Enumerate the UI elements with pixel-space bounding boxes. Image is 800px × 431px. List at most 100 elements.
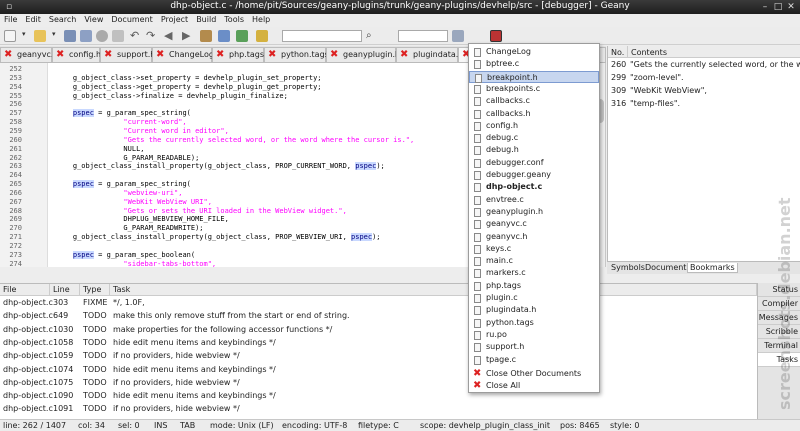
- new-file-dropdown-icon[interactable]: ▾: [22, 30, 28, 42]
- bookmark-contents[interactable]: "Gets the currently selected word, or th…: [630, 60, 800, 69]
- document-menu-item[interactable]: dhp-object.c: [469, 181, 599, 193]
- menu-help[interactable]: Help: [248, 14, 274, 24]
- tab-changelog[interactable]: ✖ ChangeLog: [152, 47, 214, 62]
- undo-icon[interactable]: ↶: [130, 30, 142, 42]
- tab-geanyvc-h[interactable]: ✖ geanyvc.h: [0, 47, 58, 62]
- task-task-cell[interactable]: if no providers, hide webview */: [113, 404, 240, 413]
- task-line-cell[interactable]: 1090: [53, 391, 73, 400]
- task-type-cell[interactable]: TODO: [83, 338, 107, 347]
- task-type-cell[interactable]: TODO: [83, 365, 107, 374]
- task-file-cell[interactable]: dhp-object.c: [3, 325, 53, 334]
- task-line-cell[interactable]: 1091: [53, 404, 73, 413]
- document-menu-item[interactable]: debugger.geany: [469, 169, 599, 181]
- task-task-cell[interactable]: hide edit menu items and keybindings */: [113, 365, 276, 374]
- close-doc-icon[interactable]: [112, 30, 124, 42]
- tab-symbols[interactable]: Symbols: [609, 263, 647, 272]
- close-icon[interactable]: ✖: [268, 50, 276, 60]
- task-task-cell[interactable]: */, 1.0F,: [113, 298, 145, 307]
- close-icon[interactable]: ✖: [104, 50, 112, 60]
- task-line-cell[interactable]: 1058: [53, 338, 73, 347]
- bookmark-contents[interactable]: "temp-files".: [630, 99, 680, 108]
- bookmark-line[interactable]: 260: [611, 60, 626, 69]
- task-line-cell[interactable]: 649: [53, 311, 68, 320]
- run-icon[interactable]: [236, 30, 248, 42]
- task-file-cell[interactable]: dhp-object.c: [3, 298, 53, 307]
- task-task-cell[interactable]: make properties for the following access…: [113, 325, 332, 334]
- forward-icon[interactable]: ▶: [182, 30, 194, 42]
- document-menu-item[interactable]: envtree.c: [469, 194, 599, 206]
- menu-file[interactable]: File: [0, 14, 21, 24]
- menu-document[interactable]: Document: [107, 14, 156, 24]
- task-file-cell[interactable]: dhp-object.c: [3, 404, 53, 413]
- close-window-icon[interactable]: ✕: [786, 2, 796, 12]
- tab-documents[interactable]: Documents: [643, 263, 693, 272]
- document-menu-item[interactable]: geanyvc.h: [469, 231, 599, 243]
- column-header-file[interactable]: File: [0, 284, 50, 296]
- document-menu-item[interactable]: breakpoints.c: [469, 83, 599, 95]
- tab-support-h[interactable]: ✖ support.h: [100, 47, 155, 62]
- column-header-no[interactable]: No.: [608, 46, 628, 58]
- task-line-cell[interactable]: 1075: [53, 378, 73, 387]
- bookmark-contents[interactable]: "WebKit WebView",: [630, 86, 707, 95]
- tab-python-tags[interactable]: ✖ python.tags: [264, 47, 329, 62]
- task-line-cell[interactable]: 1074: [53, 365, 73, 374]
- document-menu-item[interactable]: callbacks.c: [469, 95, 599, 107]
- document-menu-item[interactable]: debug.h: [469, 144, 599, 156]
- document-menu-item[interactable]: plugindata.h: [469, 304, 599, 316]
- task-type-cell[interactable]: TODO: [83, 378, 107, 387]
- menu-view[interactable]: View: [80, 14, 107, 24]
- revert-icon[interactable]: [96, 30, 108, 42]
- task-task-cell[interactable]: hide edit menu items and keybindings */: [113, 338, 276, 347]
- redo-icon[interactable]: ↷: [146, 30, 158, 42]
- task-type-cell[interactable]: FIXME: [83, 298, 107, 307]
- task-file-cell[interactable]: dhp-object.c: [3, 311, 53, 320]
- close-other-documents-item[interactable]: ✖ Close Other Documents: [469, 368, 599, 380]
- task-task-cell[interactable]: hide edit menu items and keybindings */: [113, 391, 276, 400]
- column-header-type[interactable]: Type: [80, 284, 110, 296]
- close-icon[interactable]: ✖: [4, 50, 12, 60]
- document-menu-item[interactable]: config.h: [469, 120, 599, 132]
- close-icon[interactable]: ✖: [400, 50, 408, 60]
- open-folder-icon[interactable]: [34, 30, 46, 42]
- task-type-cell[interactable]: TODO: [83, 404, 107, 413]
- document-menu-item[interactable]: php.tags: [469, 280, 599, 292]
- menu-edit[interactable]: Edit: [21, 14, 45, 24]
- task-type-cell[interactable]: TODO: [83, 351, 107, 360]
- build-icon[interactable]: [218, 30, 230, 42]
- goto-line-input[interactable]: [398, 30, 448, 42]
- color-chooser-icon[interactable]: [256, 30, 268, 42]
- task-file-cell[interactable]: dhp-object.c: [3, 351, 53, 360]
- save-all-icon[interactable]: [80, 30, 92, 42]
- column-header-task[interactable]: Task: [110, 284, 757, 296]
- task-line-cell[interactable]: 1059: [53, 351, 73, 360]
- save-icon[interactable]: [64, 30, 76, 42]
- document-menu-item[interactable]: debug.c: [469, 132, 599, 144]
- document-menu-item[interactable]: ru.po: [469, 329, 599, 341]
- column-header-line[interactable]: Line: [50, 284, 80, 296]
- maximize-icon[interactable]: □: [773, 2, 783, 12]
- menu-project[interactable]: Project: [157, 14, 192, 24]
- document-menu-item[interactable]: main.c: [469, 255, 599, 267]
- new-file-icon[interactable]: [4, 30, 16, 42]
- close-icon[interactable]: ✖: [156, 50, 164, 60]
- document-menu-item[interactable]: plugin.c: [469, 292, 599, 304]
- bookmark-line[interactable]: 316: [611, 99, 626, 108]
- compile-icon[interactable]: [200, 30, 212, 42]
- document-menu-item[interactable]: bptree.c: [469, 58, 599, 70]
- minimize-icon[interactable]: –: [760, 2, 770, 12]
- tab-bookmarks[interactable]: Bookmarks: [687, 263, 738, 273]
- close-icon[interactable]: ✖: [216, 50, 224, 60]
- task-line-cell[interactable]: 1030: [53, 325, 73, 334]
- search-icon[interactable]: ⌕: [366, 30, 378, 42]
- document-menu-item[interactable]: tpage.c: [469, 354, 599, 366]
- bookmark-line[interactable]: 309: [611, 86, 626, 95]
- open-dropdown-icon[interactable]: ▾: [52, 30, 58, 42]
- document-menu-item[interactable]: debugger.conf: [469, 157, 599, 169]
- tab-geanyplugin-h[interactable]: ✖ geanyplugin.h: [326, 47, 400, 62]
- task-file-cell[interactable]: dhp-object.c: [3, 378, 53, 387]
- quit-icon[interactable]: [490, 30, 502, 42]
- document-menu-item[interactable]: ChangeLog: [469, 46, 599, 58]
- document-menu-item[interactable]: python.tags: [469, 317, 599, 329]
- menu-search[interactable]: Search: [45, 14, 80, 24]
- column-header-contents[interactable]: Contents: [628, 46, 800, 58]
